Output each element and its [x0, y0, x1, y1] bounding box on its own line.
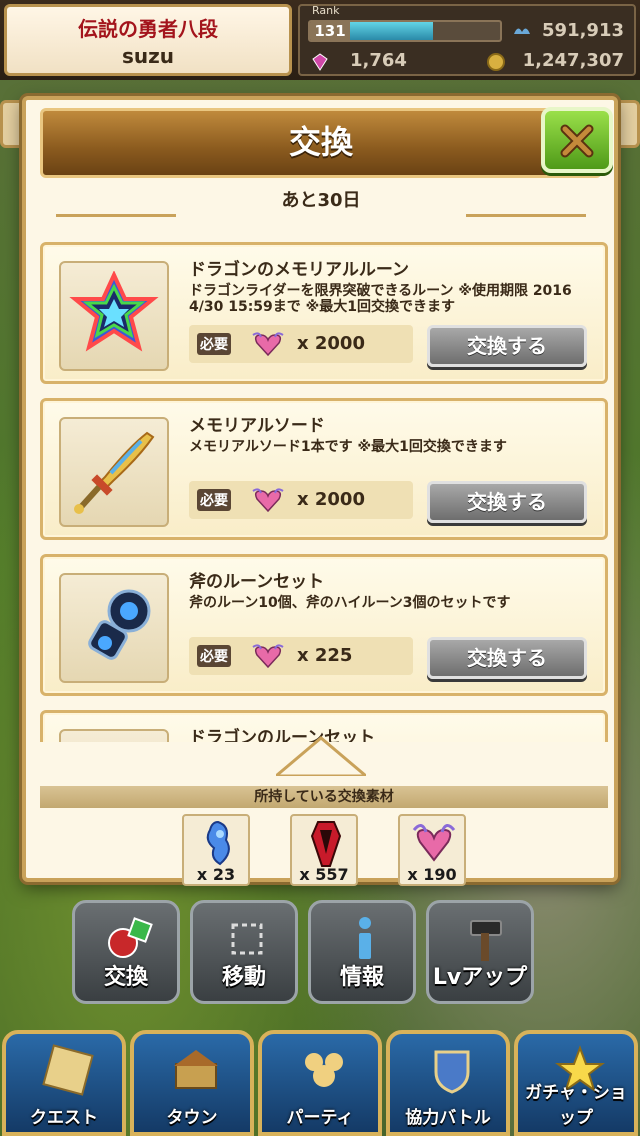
requirement-label: 必要 [197, 333, 231, 355]
axe-rune-icon [88, 589, 151, 660]
winged-heart-icon [252, 488, 284, 513]
nav-quest-label: クエスト [30, 1108, 98, 1128]
nav-levelup-button[interactable]: Lvアップ [426, 900, 534, 1004]
item-name: 斧のルーンセット [189, 572, 325, 592]
list-item: 斧のルーンセット 斧のルーン10個、斧のハイルーン3個のセットです 必要 x 2… [40, 554, 608, 696]
item-thumbnail [59, 417, 169, 527]
gem-value: 1,764 [350, 50, 407, 71]
nav-info-label: 情報 [339, 965, 384, 990]
nav-town-button[interactable]: タウン [130, 1030, 254, 1136]
player-name: suzu [121, 44, 175, 68]
requirement-count: x 2000 [297, 333, 365, 354]
item-description: 斧のルーン10個、斧のハイルーン3個のセットです [189, 595, 511, 611]
nav-quest-button[interactable]: クエスト [2, 1030, 126, 1136]
stamina-icon [514, 28, 530, 34]
close-icon [560, 124, 594, 158]
red-crest-icon [310, 821, 342, 867]
item-thumbnail [59, 729, 169, 742]
sword-icon [74, 431, 155, 514]
item-name: ドラゴンのメモリアルルーン [189, 260, 409, 280]
requirement-label: 必要 [197, 645, 231, 667]
item-description: メモリアルソード1本です ※最大1回交換できます [189, 439, 507, 455]
star-rune-icon [69, 271, 159, 352]
town-icon [174, 1050, 218, 1089]
owned-materials-title: 所持している交換素材 [40, 786, 608, 808]
gold-coin-icon [487, 53, 505, 71]
divider-right [466, 214, 586, 217]
nav-info-button[interactable]: 情報 [308, 900, 416, 1004]
gem-icon [312, 53, 328, 71]
party-icon [305, 1053, 343, 1087]
nav-levelup-label: Lvアップ [432, 965, 528, 990]
nav-gacha-shop-button[interactable]: ガチャ・ショップ [514, 1030, 638, 1136]
exchange-button[interactable]: 交換する [427, 637, 587, 679]
owned-material-count: x 23 [196, 865, 236, 884]
rank-value: 131 [310, 22, 350, 40]
list-item: ドラゴンのメモリアルルーン ドラゴンライダーを限界突破できるルーン ※使用期限 … [40, 242, 608, 384]
nav-move-button[interactable]: 移動 [190, 900, 298, 1004]
player-title-box[interactable]: 伝説の勇者八段 suzu [4, 4, 292, 76]
stamina-value: 591,913 [542, 20, 624, 41]
blue-spirit-icon [206, 820, 230, 866]
owned-material-count: x 557 [299, 865, 349, 884]
exchange-dialog: 交換 あと30日 ドラゴンのメモリアルルーン ドラゴンライダーを限界突破できるル… [22, 96, 618, 886]
close-button[interactable] [541, 107, 613, 173]
owned-materials-panel: 所持している交換素材 x 23 x 557 x 190 [40, 780, 608, 886]
dialog-header: 交換 [40, 107, 613, 178]
item-thumbnail [59, 261, 169, 371]
winged-heart-icon [252, 332, 284, 357]
dialog-title: 交換 [288, 123, 353, 161]
nav-gacha-shop-label: ガチャ・ショップ [525, 1083, 627, 1128]
nav-coop-battle-button[interactable]: 協力バトル [386, 1030, 510, 1136]
owned-material[interactable]: x 557 [290, 814, 358, 886]
list-pointer [276, 736, 366, 776]
rank-progress-bar: 131 [308, 20, 502, 42]
item-description: ドラゴンライダーを限界突破できるルーン ※使用期限 2016 4/30 15:5… [189, 283, 572, 315]
nav-town-label: タウン [166, 1108, 218, 1128]
remaining-time: あと30日 [281, 190, 361, 211]
nav-exchange-label: 交換 [103, 965, 148, 990]
move-icon [231, 923, 263, 955]
item-thumbnail [59, 573, 169, 683]
item-requirement: 必要 x 2000 [189, 325, 413, 363]
info-icon [359, 917, 371, 959]
nav-party-label: パーティ [286, 1108, 354, 1128]
owned-material[interactable]: x 23 [182, 814, 250, 886]
rank-progress-fill [350, 22, 433, 40]
dragon-rune-icon [69, 739, 159, 742]
owned-material-count: x 190 [407, 865, 457, 884]
exchange-button[interactable]: 交換する [427, 481, 587, 523]
coop-battle-icon [434, 1050, 470, 1094]
item-name: メモリアルソード [189, 416, 325, 436]
item-requirement: 必要 x 225 [189, 637, 413, 675]
exchange-icon [108, 917, 153, 958]
list-item: メモリアルソード メモリアルソード1本です ※最大1回交換できます 必要 x 2… [40, 398, 608, 540]
stat-panel: Rank 131 591,913 1,764 1,247,307 [298, 4, 636, 76]
exchange-button[interactable]: 交換する [427, 325, 587, 367]
winged-heart-icon [412, 824, 456, 862]
winged-heart-icon [252, 644, 284, 669]
quest-icon [42, 1044, 94, 1096]
nav-party-button[interactable]: パーティ [258, 1030, 382, 1136]
hammer-icon [470, 920, 502, 961]
rank-label: Rank [312, 4, 340, 17]
player-rank-title: 伝説の勇者八段 [78, 17, 218, 41]
requirement-count: x 225 [297, 645, 353, 666]
owned-material[interactable]: x 190 [398, 814, 466, 886]
gold-value: 1,247,307 [522, 50, 624, 71]
item-requirement: 必要 x 2000 [189, 481, 413, 519]
nav-exchange-button[interactable]: 交換 [72, 900, 180, 1004]
nav-move-label: 移動 [221, 965, 266, 990]
top-status-bar: 伝説の勇者八段 suzu Rank 131 591,913 1,764 1,24… [0, 0, 640, 80]
exchange-item-list[interactable]: ドラゴンのメモリアルルーン ドラゴンライダーを限界突破できるルーン ※使用期限 … [40, 242, 608, 742]
requirement-label: 必要 [197, 489, 231, 511]
requirement-count: x 2000 [297, 489, 365, 510]
nav-coop-battle-label: 協力バトル [405, 1108, 491, 1128]
remaining-time-bar: あと30日 [56, 182, 586, 220]
